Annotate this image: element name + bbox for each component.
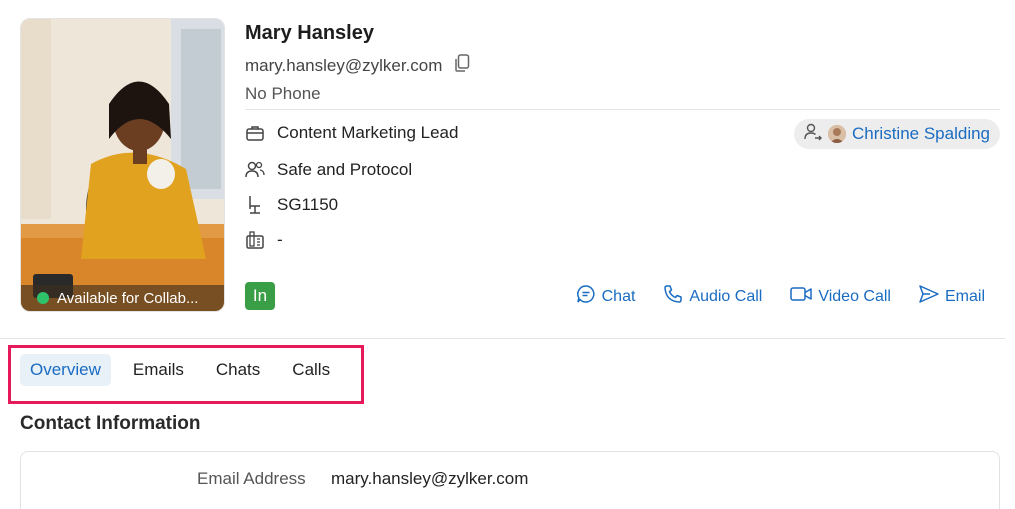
- people-icon: [245, 160, 265, 180]
- department-row: Safe and Protocol: [245, 160, 412, 180]
- manager-name: Christine Spalding: [852, 124, 990, 143]
- check-in-status-badge: In: [245, 282, 275, 310]
- fax-icon: [245, 230, 265, 250]
- video-call-label: Video Call: [818, 287, 891, 305]
- section-title: Contact Information: [20, 413, 201, 434]
- chat-icon: [576, 284, 596, 309]
- copy-icon[interactable]: [454, 54, 470, 77]
- reporting-manager-chip[interactable]: Christine Spalding: [794, 119, 1000, 149]
- tab-bar: Overview Emails Chats Calls: [20, 354, 340, 386]
- department: Safe and Protocol: [277, 160, 413, 179]
- email-label: Email: [944, 287, 985, 305]
- chair-icon: [245, 195, 265, 215]
- contact-name: Mary Hansley: [245, 22, 374, 44]
- header-divider: [245, 109, 1000, 110]
- contact-actions: Chat Audio Call Video Call Email: [576, 284, 985, 309]
- presence-status[interactable]: Available for Collab...: [21, 285, 224, 311]
- seat-code: SG1150: [277, 195, 339, 214]
- send-icon: [919, 285, 939, 308]
- profile-photo: Available for Collab...: [20, 18, 225, 312]
- tab-chats[interactable]: Chats: [206, 354, 270, 386]
- extension-row: -: [245, 230, 283, 250]
- reporting-to-icon: [804, 123, 823, 146]
- section-divider: [0, 338, 1005, 339]
- briefcase-icon: [245, 123, 265, 143]
- tab-overview[interactable]: Overview: [20, 354, 111, 386]
- chat-label: Chat: [601, 287, 636, 305]
- contact-email[interactable]: mary.hansley@zylker.com: [245, 56, 442, 76]
- tab-emails[interactable]: Emails: [123, 354, 194, 386]
- email-address-label: Email Address: [197, 469, 306, 488]
- presence-label: Available for Collab...: [57, 289, 199, 307]
- audio-call-button[interactable]: Audio Call: [663, 284, 762, 309]
- manager-avatar: [828, 125, 847, 143]
- extension: -: [277, 230, 283, 249]
- contact-phone: No Phone: [245, 84, 321, 103]
- video-icon: [790, 286, 813, 307]
- title-row: Content Marketing Lead: [245, 123, 458, 143]
- audio-call-label: Audio Call: [689, 287, 763, 305]
- email-row: mary.hansley@zylker.com: [245, 54, 470, 77]
- phone-icon: [663, 284, 683, 309]
- chat-button[interactable]: Chat: [576, 284, 636, 309]
- tab-calls[interactable]: Calls: [282, 354, 340, 386]
- profile-photo-image: [21, 19, 224, 311]
- presence-dot-icon: [37, 292, 49, 304]
- email-address-value[interactable]: mary.hansley@zylker.com: [331, 469, 528, 489]
- seat-row: SG1150: [245, 195, 338, 215]
- video-call-button[interactable]: Video Call: [790, 284, 891, 309]
- job-title: Content Marketing Lead: [277, 123, 459, 142]
- email-button[interactable]: Email: [919, 284, 985, 309]
